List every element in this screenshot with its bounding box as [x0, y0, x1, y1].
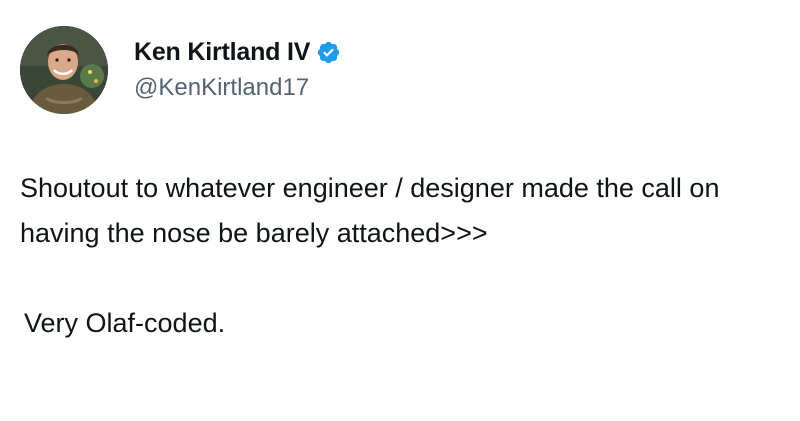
display-name-row: Ken Kirtland IV [134, 37, 341, 67]
tweet-text: Shoutout to whatever engineer / designer… [20, 166, 780, 346]
author-avatar[interactable] [20, 26, 108, 114]
tweet-paragraph: Very Olaf-coded. [24, 308, 226, 338]
profile-photo-icon [20, 26, 108, 114]
tweet-paragraph: Shoutout to whatever engineer / designer… [20, 173, 720, 248]
verified-badge-icon [316, 40, 341, 65]
display-name[interactable]: Ken Kirtland IV [134, 37, 310, 67]
author-names: Ken Kirtland IV @KenKirtland17 [134, 26, 341, 114]
author-handle[interactable]: @KenKirtland17 [134, 73, 341, 103]
tweet-card: Ken Kirtland IV @KenKirtland17 Shoutout … [0, 0, 800, 421]
tweet-header: Ken Kirtland IV @KenKirtland17 [20, 26, 341, 114]
